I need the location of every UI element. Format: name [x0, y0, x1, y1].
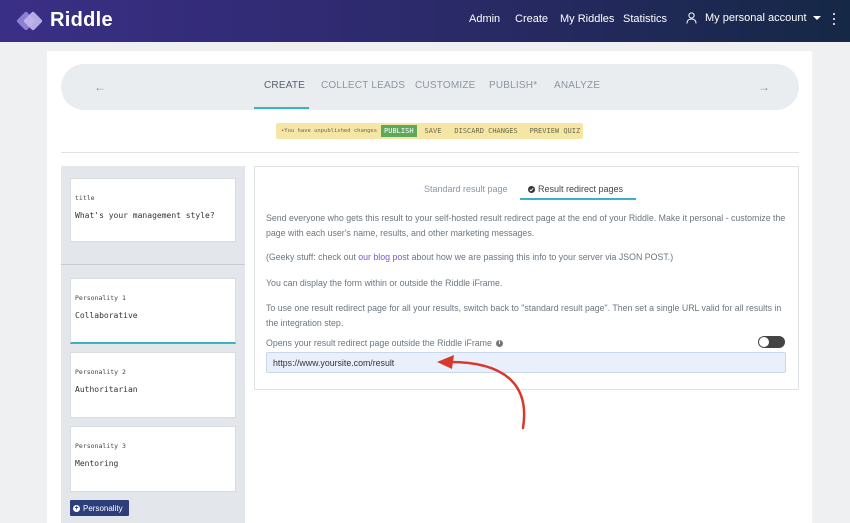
- p2-text-before: (Geeky stuff: check out: [266, 252, 359, 262]
- next-step-arrow-icon[interactable]: →: [758, 80, 770, 94]
- sidebar-separator: [61, 264, 245, 265]
- check-circle-icon: [528, 185, 535, 193]
- single-url-paragraph: To use one result redirect page for all …: [266, 303, 782, 328]
- steps-bar: ← → CREATE COLLECT LEADS CUSTOMIZE PUBLI…: [61, 64, 799, 110]
- p2-text-after: about how we are passing this info to yo…: [409, 252, 674, 262]
- active-tab-underline: [520, 198, 636, 200]
- outside-iframe-option: Opens your result redirect page outside …: [266, 338, 503, 348]
- display-form-paragraph: You can display the form within or outsi…: [266, 278, 503, 288]
- add-personality-label: Personality: [83, 503, 123, 513]
- nav-admin[interactable]: Admin: [469, 13, 500, 25]
- tile-value: Collaborative: [75, 311, 138, 320]
- tab-standard-result-page[interactable]: Standard result page: [424, 184, 508, 194]
- logo-icon: [16, 10, 44, 32]
- step-customize[interactable]: CUSTOMIZE: [415, 80, 476, 91]
- tab-label: Result redirect pages: [538, 184, 624, 194]
- top-nav-bar: Riddle Admin Create My Riddles Statistic…: [0, 0, 850, 42]
- redirect-url-input[interactable]: [266, 352, 786, 373]
- personality-tile-3[interactable]: Personality 3 Mentoring: [70, 426, 236, 492]
- more-vertical-icon[interactable]: [832, 13, 836, 25]
- unpublished-message: •You have unpublished changes: [281, 128, 378, 134]
- tile-label: Personality 1: [75, 294, 126, 302]
- toggle-knob: [759, 337, 769, 347]
- outside-iframe-toggle[interactable]: [758, 336, 785, 348]
- section-divider: [61, 152, 799, 153]
- step-create[interactable]: CREATE: [264, 80, 305, 91]
- tile-value: What's your management style?: [75, 211, 215, 220]
- outside-iframe-label: Opens your result redirect page outside …: [266, 338, 492, 348]
- prev-step-arrow-icon[interactable]: ←: [94, 80, 106, 94]
- personality-tile-2[interactable]: Personality 2 Authoritarian: [70, 352, 236, 418]
- step-collect-leads[interactable]: COLLECT LEADS: [321, 80, 405, 91]
- account-label: My personal account: [705, 12, 807, 24]
- publish-button[interactable]: PUBLISH: [381, 125, 417, 137]
- info-icon[interactable]: i: [495, 339, 503, 347]
- tile-label: Personality 2: [75, 368, 126, 376]
- tab-result-redirect-pages[interactable]: Result redirect pages: [528, 184, 623, 194]
- save-button[interactable]: SAVE: [425, 127, 442, 135]
- step-analyze[interactable]: ANALYZE: [554, 80, 600, 91]
- tile-label: title: [75, 194, 95, 202]
- nav-create[interactable]: Create: [515, 13, 548, 25]
- nav-my-riddles[interactable]: My Riddles: [560, 13, 614, 25]
- personality-tile-1[interactable]: Personality 1 Collaborative: [70, 278, 236, 344]
- brand-name: Riddle: [50, 9, 113, 31]
- description-paragraph: Send everyone who gets this result to yo…: [266, 213, 786, 238]
- account-menu[interactable]: My personal account: [686, 12, 821, 24]
- add-personality-button[interactable]: + Personality: [70, 500, 129, 516]
- tile-value: Authoritarian: [75, 385, 138, 394]
- nav-statistics[interactable]: Statistics: [623, 13, 667, 25]
- discard-changes-button[interactable]: DISCARD CHANGES: [454, 127, 517, 135]
- tile-value: Mentoring: [75, 459, 119, 468]
- step-publish[interactable]: PUBLISH*: [489, 80, 537, 91]
- riddle-logo[interactable]: Riddle: [16, 9, 113, 32]
- preview-quiz-button[interactable]: PREVIEW QUIZ: [530, 127, 581, 135]
- plus-icon: +: [73, 504, 80, 512]
- chevron-down-icon: [812, 16, 821, 20]
- unpublished-changes-bar: •You have unpublished changes PUBLISH SA…: [276, 123, 583, 139]
- geeky-stuff-paragraph: (Geeky stuff: check out our blog post ab…: [266, 250, 788, 265]
- tile-label: Personality 3: [75, 442, 126, 450]
- user-icon: [686, 12, 697, 24]
- title-tile[interactable]: title What's your management style?: [70, 178, 236, 242]
- active-step-underline: [254, 107, 309, 109]
- blog-post-link[interactable]: our blog post: [358, 252, 409, 262]
